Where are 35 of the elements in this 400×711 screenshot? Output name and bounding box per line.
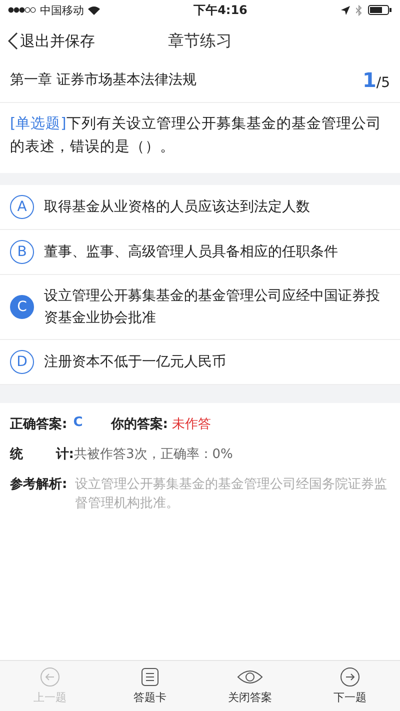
carrier-name: 中国移动: [40, 2, 84, 18]
location-icon: [340, 6, 350, 14]
question-total: /5: [376, 75, 390, 91]
toolbar-button[interactable]: 关闭答案: [200, 661, 300, 711]
analysis-label: 参考解析:: [10, 476, 68, 493]
correct-answer: C: [73, 415, 83, 430]
option-letter: D: [10, 350, 34, 374]
back-button[interactable]: 退出并保存: [8, 20, 95, 62]
answer-option[interactable]: D 注册资本不低于一亿元人民币: [0, 340, 400, 385]
page-title: 章节练习: [168, 30, 232, 52]
answer-option[interactable]: C 设立管理公开募集基金的基金管理公司应经中国证券投资基金业协会批准: [0, 275, 400, 340]
correct-answer-label: 正确答案:: [10, 416, 68, 433]
signal-icon: [8, 7, 36, 13]
chapter-title: 第一章 证券市场基本法律法规: [10, 71, 196, 89]
your-answer: 未作答: [172, 416, 211, 433]
clock-time: 下午4:16: [194, 2, 248, 18]
stats-label: 计:: [56, 446, 74, 463]
option-letter: C: [10, 295, 34, 319]
question-text: [单选题]下列有关设立管理公开募集基金的基金管理公司的表述，错误的是（）。: [0, 103, 400, 185]
battery-icon: [368, 5, 392, 15]
option-letter: A: [10, 195, 34, 219]
bluetooth-icon: [356, 4, 362, 16]
back-chevron-icon: [8, 32, 18, 50]
toolbar-button[interactable]: 下一题: [300, 661, 400, 711]
wifi-icon: [88, 6, 100, 14]
current-question-number: 1: [362, 68, 376, 92]
list-icon: [140, 667, 160, 687]
toolbar-button[interactable]: 答题卡: [100, 661, 200, 711]
stats-text: 共被作答3次，正确率：0%: [74, 446, 233, 463]
stats-label: 统: [10, 446, 23, 463]
option-letter: B: [10, 240, 34, 264]
your-answer-label: 你的答案:: [110, 416, 168, 433]
answer-option[interactable]: B 董事、监事、高级管理人员具备相应的任职条件: [0, 230, 400, 275]
analysis-text: 设立管理公开募集基金的基金管理公司经国务院证券监督管理机构批准。: [75, 476, 388, 513]
answer-option[interactable]: A 取得基金从业资格的人员应该达到法定人数: [0, 185, 400, 230]
